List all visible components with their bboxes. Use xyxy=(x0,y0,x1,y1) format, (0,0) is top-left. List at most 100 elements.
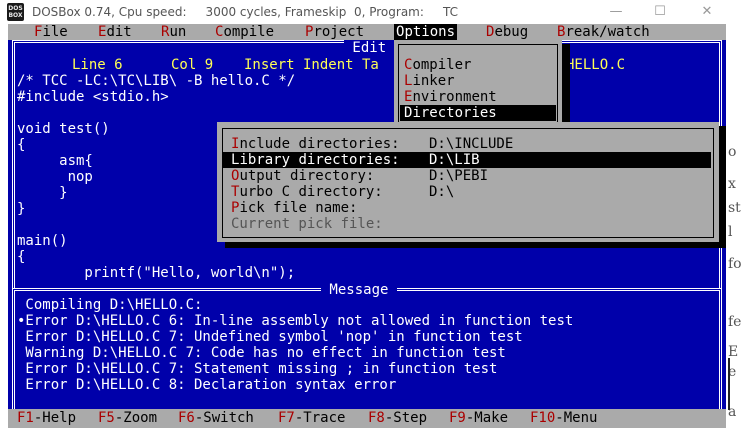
editor-filename: HELLO.C xyxy=(566,57,626,73)
fkey-menu[interactable]: F10-Menu xyxy=(530,410,597,426)
options-item-linker[interactable]: Linker xyxy=(400,73,556,89)
menu-label: ptions xyxy=(404,24,456,40)
options-item-environment[interactable]: Environment xyxy=(400,89,556,105)
menu-label: irectories xyxy=(412,105,497,121)
function-key-bar: F1-Help F5-Zoom F6-Switch F7-Trace F8-St… xyxy=(8,409,726,428)
dir-value: D:\ xyxy=(429,184,455,200)
maximize-icon: ☐ xyxy=(654,4,666,19)
fkey-make[interactable]: F9-Make xyxy=(449,410,508,426)
dir-label: Current pick file: xyxy=(231,216,383,232)
fkey-key: F10 xyxy=(530,410,556,426)
message-line[interactable]: Error D:\HELLO.C 7: Statement missing ; … xyxy=(17,361,497,377)
fkey-key: F5 xyxy=(98,410,115,426)
maximize-button[interactable]: ☐ xyxy=(645,2,675,22)
fkey-label: -Trace xyxy=(294,410,346,426)
editor-mode-indicator: Insert Indent Ta xyxy=(244,57,379,73)
menu-label: dit xyxy=(106,24,132,40)
dir-label: nclude directories: xyxy=(239,136,400,152)
menu-edit[interactable]: Edit xyxy=(98,24,132,40)
editor-window-title: Edit xyxy=(344,40,395,56)
code-line: main() xyxy=(17,233,68,249)
dir-turbo-c[interactable]: Turbo C directory: D:\ xyxy=(223,184,711,200)
fkey-key: F1 xyxy=(17,410,34,426)
menu-label: ompiler xyxy=(412,57,472,73)
message-line[interactable]: •Error D:\HELLO.C 6: In-line assembly no… xyxy=(17,313,573,329)
dir-value: D:\LIB xyxy=(429,152,480,168)
code-line: void test() xyxy=(17,121,110,137)
code-line: asm{ xyxy=(17,153,93,169)
close-icon: ✕ xyxy=(701,4,713,19)
menu-project[interactable]: Project xyxy=(305,24,364,40)
menu-label: ebug xyxy=(494,24,529,40)
menu-break-watch[interactable]: Break/watch xyxy=(557,24,650,40)
menu-run[interactable]: Run xyxy=(161,24,186,40)
window-bottom-edge xyxy=(0,428,742,432)
menu-compile[interactable]: Compile xyxy=(215,24,274,40)
bg-letter: fo xyxy=(728,256,742,272)
dir-label: utput directory: xyxy=(239,168,375,184)
menu-file[interactable]: File xyxy=(34,24,68,40)
menu-label: ile xyxy=(42,24,68,40)
fkey-key: F9 xyxy=(449,410,466,426)
code-line: } xyxy=(17,201,26,217)
dir-include[interactable]: Include directories: D:\INCLUDE xyxy=(223,136,711,152)
code-line: nop xyxy=(17,169,93,185)
directories-dialog-shadow-bottom xyxy=(225,242,726,248)
dir-label: urbo C directory: xyxy=(239,184,383,200)
options-item-compiler[interactable]: Compiler xyxy=(400,57,556,73)
message-window-title: Message xyxy=(321,282,397,298)
code-line: printf("Hello, world\n"); xyxy=(17,265,296,281)
icon-text-bottom: BOX xyxy=(8,12,23,19)
code-line: } xyxy=(17,185,68,201)
background-divider xyxy=(728,358,730,410)
dir-library[interactable]: Library directories: D:\LIB xyxy=(223,152,711,168)
dos-screen[interactable]: File Edit Run Compile Project Options De… xyxy=(8,24,726,428)
code-line: /* TCC -LC:\TC\LIB\ -B hello.C */ xyxy=(17,73,296,89)
code-line: { xyxy=(17,249,26,265)
dir-output[interactable]: Output directory: D:\PEBI xyxy=(223,168,711,184)
fkey-help[interactable]: F1-Help xyxy=(17,410,76,426)
fkey-key: F8 xyxy=(368,410,385,426)
menu-label: nvironment xyxy=(412,89,497,105)
close-button[interactable]: ✕ xyxy=(692,2,722,22)
bg-letter: o xyxy=(728,144,737,160)
message-line[interactable]: Error D:\HELLO.C 8: Declaration syntax e… xyxy=(17,377,396,393)
menu-label: ompile xyxy=(223,24,275,40)
menu-label: inker xyxy=(412,73,455,89)
fkey-label: -Make xyxy=(465,410,509,426)
menu-label: un xyxy=(169,24,187,40)
message-line[interactable]: Error D:\HELLO.C 7: Undefined symbol 'no… xyxy=(17,329,522,345)
dosbox-app-icon: DOS BOX xyxy=(7,3,24,21)
fkey-label: -Help xyxy=(33,410,77,426)
editor-col-indicator: Col 9 xyxy=(171,57,214,73)
options-item-directories[interactable]: Directories xyxy=(400,105,556,121)
fkey-key: F7 xyxy=(278,410,295,426)
window-titlebar[interactable]: DOS BOX DOSBox 0.74, Cpu speed: 3000 cyc… xyxy=(0,0,742,24)
fkey-key: F6 xyxy=(178,410,195,426)
fkey-label: -Switch xyxy=(194,410,254,426)
minimize-button[interactable]: — xyxy=(601,2,631,22)
fkey-switch[interactable]: F6-Switch xyxy=(178,410,254,426)
menu-options[interactable]: Options xyxy=(394,24,458,40)
menu-label: roject xyxy=(313,24,365,40)
menu-debug[interactable]: Debug xyxy=(486,24,528,40)
fkey-label: -Step xyxy=(384,410,428,426)
bg-letter: st xyxy=(728,200,741,216)
window-title: DOSBox 0.74, Cpu speed: 3000 cycles, Fra… xyxy=(32,5,458,19)
options-menu-shadow xyxy=(562,44,570,122)
fkey-trace[interactable]: F7-Trace xyxy=(278,410,345,426)
message-line[interactable]: Compiling D:\HELLO.C: xyxy=(17,297,202,313)
directories-dialog-shadow xyxy=(719,126,726,246)
fkey-zoom[interactable]: F5-Zoom xyxy=(98,410,157,426)
message-line[interactable]: Warning D:\HELLO.C 7: Code has no effect… xyxy=(17,345,505,361)
dir-label: ick file name: xyxy=(239,200,358,216)
dir-value: D:\INCLUDE xyxy=(429,136,514,152)
minimize-icon: — xyxy=(609,4,623,19)
fkey-label: -Menu xyxy=(555,410,598,426)
fkey-step[interactable]: F8-Step xyxy=(368,410,427,426)
code-line: { xyxy=(17,137,26,153)
bg-letter: x xyxy=(728,176,736,192)
editor-line-indicator: Line 6 xyxy=(72,57,123,73)
dir-pick-file-name[interactable]: Pick file name: xyxy=(223,200,711,216)
fkey-label: -Zoom xyxy=(114,410,158,426)
